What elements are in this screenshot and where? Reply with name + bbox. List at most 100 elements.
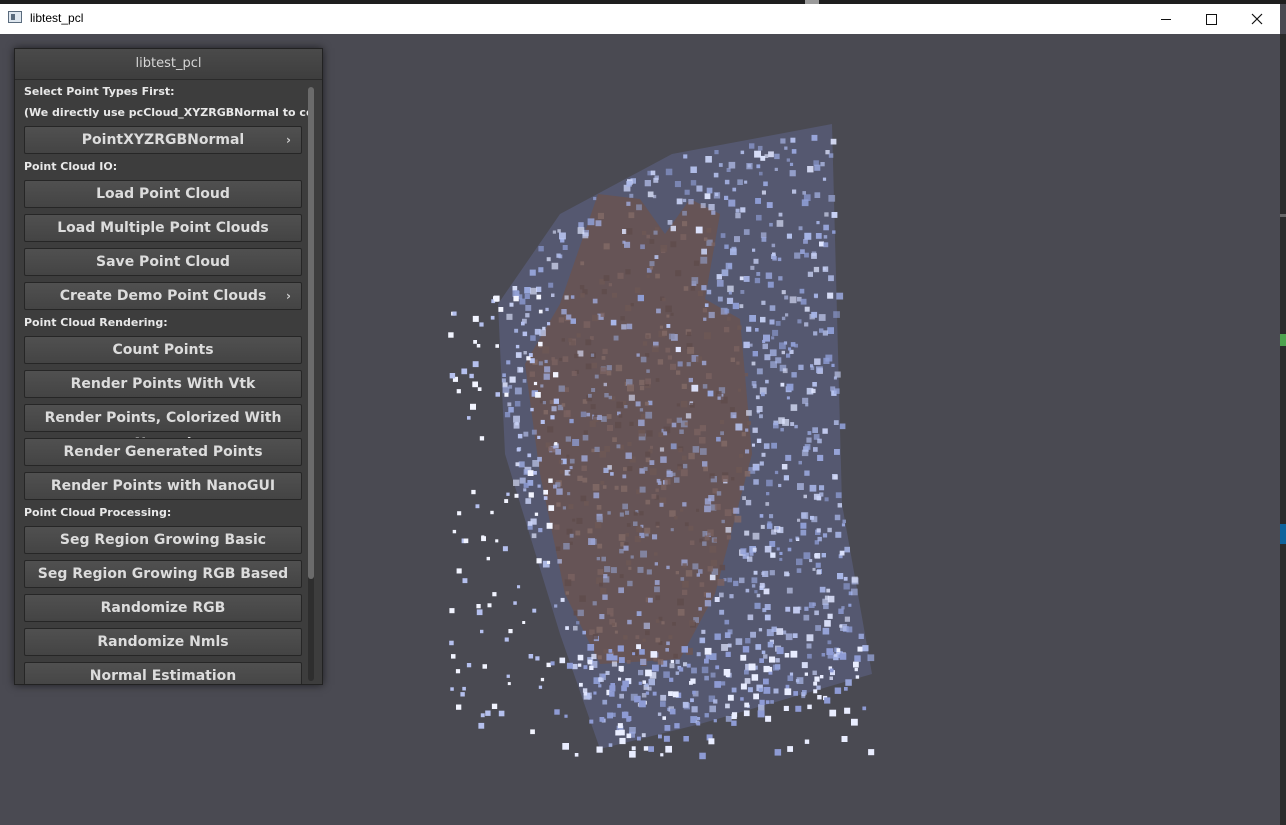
hand-point bbox=[556, 488, 563, 495]
load-multiple-point-clouds-button[interactable]: Load Multiple Point Clouds bbox=[24, 214, 302, 242]
hand-point bbox=[600, 588, 607, 595]
stray-point bbox=[460, 692, 465, 697]
hand-point bbox=[625, 228, 633, 235]
cloud-point bbox=[751, 577, 758, 584]
hand-point bbox=[597, 655, 602, 660]
hand-point bbox=[588, 538, 595, 545]
cloud-point bbox=[781, 350, 785, 355]
save-point-cloud-button[interactable]: Save Point Cloud bbox=[24, 248, 302, 276]
cloud-point bbox=[777, 257, 782, 262]
hand-point bbox=[696, 573, 700, 577]
seg-region-growing-rgb-button[interactable]: Seg Region Growing RGB Based bbox=[24, 560, 302, 588]
hand-point bbox=[739, 453, 743, 458]
cloud-point bbox=[739, 577, 745, 584]
hand-point bbox=[586, 412, 591, 417]
cloud-point bbox=[538, 528, 543, 533]
stray-point bbox=[476, 344, 481, 348]
hand-point bbox=[640, 356, 647, 363]
cloud-point bbox=[523, 431, 529, 437]
stray-point bbox=[455, 669, 461, 674]
cloud-point bbox=[817, 536, 822, 542]
hand-point bbox=[577, 609, 584, 617]
control-panel[interactable]: libtest_pcl Select Point Types First: (W… bbox=[14, 48, 323, 685]
hand-point bbox=[599, 614, 605, 620]
load-point-cloud-button[interactable]: Load Point Cloud bbox=[24, 180, 302, 208]
base-point bbox=[704, 658, 709, 664]
close-icon bbox=[1251, 13, 1263, 25]
base-point bbox=[564, 714, 568, 718]
hand-point bbox=[562, 506, 566, 510]
render-generated-button[interactable]: Render Generated Points bbox=[24, 438, 302, 466]
cloud-point bbox=[551, 406, 557, 412]
panel-scrollbar[interactable] bbox=[308, 87, 314, 681]
base-point bbox=[813, 681, 818, 686]
cloud-point bbox=[562, 245, 568, 250]
hand-point bbox=[626, 323, 633, 330]
cloud-point bbox=[501, 378, 506, 383]
minimize-button[interactable] bbox=[1143, 4, 1189, 34]
cloud-point bbox=[523, 351, 527, 355]
base-point bbox=[714, 681, 721, 688]
base-point bbox=[839, 653, 847, 660]
seg-region-growing-basic-button[interactable]: Seg Region Growing Basic bbox=[24, 526, 302, 554]
stray-point bbox=[514, 493, 519, 498]
cloud-point bbox=[791, 149, 797, 154]
base-point bbox=[593, 691, 597, 695]
cloud-point bbox=[530, 335, 536, 341]
render-vtk-button[interactable]: Render Points With Vtk bbox=[24, 370, 302, 398]
cloud-point bbox=[691, 667, 697, 674]
base-point bbox=[767, 666, 773, 672]
create-demo-point-clouds-button[interactable]: Create Demo Point Clouds › bbox=[24, 282, 302, 310]
cloud-point bbox=[605, 670, 610, 675]
cloud-point bbox=[802, 397, 809, 404]
cloud-point bbox=[557, 229, 561, 233]
base-point bbox=[577, 654, 584, 661]
point-type-button[interactable]: PointXYZRGBNormal › bbox=[24, 126, 302, 154]
hand-point bbox=[642, 638, 646, 642]
cloud-point bbox=[691, 384, 699, 392]
cloud-point bbox=[819, 485, 825, 491]
maximize-button[interactable] bbox=[1188, 4, 1234, 34]
cloud-point bbox=[781, 464, 788, 470]
cloud-point bbox=[721, 644, 728, 651]
cloud-point bbox=[735, 423, 743, 431]
cloud-point bbox=[759, 461, 764, 466]
hand-point bbox=[716, 391, 722, 397]
edge-mark bbox=[1280, 214, 1286, 217]
cloud-point bbox=[743, 229, 750, 235]
hand-point bbox=[688, 452, 695, 460]
base-point bbox=[589, 719, 594, 724]
hand-point bbox=[648, 597, 653, 603]
cloud-point bbox=[764, 604, 771, 610]
cloud-point bbox=[544, 359, 548, 364]
cloud-point bbox=[744, 180, 748, 184]
cloud-point bbox=[801, 512, 807, 518]
normal-estimation-button[interactable]: Normal Estimation bbox=[24, 662, 302, 684]
cloud-point bbox=[754, 602, 761, 609]
cloud-point bbox=[670, 225, 676, 232]
cloud-point bbox=[792, 633, 798, 638]
cloud-point bbox=[735, 212, 741, 219]
render-normal-button[interactable]: Render Points, Colorized With Normal bbox=[24, 404, 302, 452]
close-button[interactable] bbox=[1234, 4, 1280, 34]
hand-point bbox=[721, 519, 725, 524]
cloud-point bbox=[795, 536, 799, 540]
window-titlebar[interactable]: libtest_pcl bbox=[0, 4, 1280, 34]
cloud-point bbox=[785, 313, 789, 317]
base-point bbox=[663, 735, 670, 742]
hand-point bbox=[634, 287, 641, 294]
cloud-point bbox=[576, 621, 580, 625]
cloud-point bbox=[737, 179, 743, 185]
randomize-rgb-button[interactable]: Randomize RGB bbox=[24, 594, 302, 622]
panel-title[interactable]: libtest_pcl bbox=[15, 49, 322, 80]
cloud-point bbox=[603, 467, 609, 473]
stray-point bbox=[535, 392, 541, 398]
cloud-point bbox=[814, 358, 821, 365]
count-points-button[interactable]: Count Points bbox=[24, 336, 302, 364]
scroll-thumb[interactable] bbox=[308, 87, 314, 579]
randomize-nmls-button[interactable]: Randomize Nmls bbox=[24, 628, 302, 656]
cloud-point bbox=[811, 516, 818, 523]
cloud-point bbox=[704, 303, 709, 307]
render-nanogui-button[interactable]: Render Points with NanoGUI bbox=[24, 472, 302, 500]
hand-point bbox=[574, 353, 579, 359]
